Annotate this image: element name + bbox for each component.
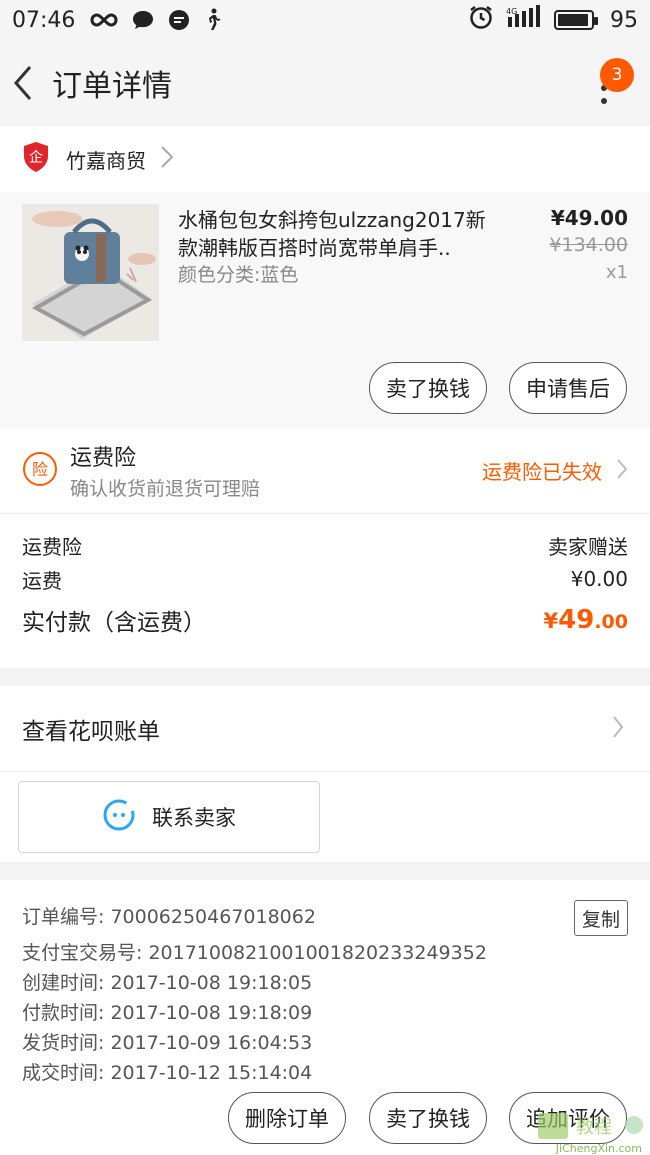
alipay-trade-number: 支付宝交易号: 2017100821001001820233249352 [22, 942, 487, 964]
shop-row[interactable]: 企 竹嘉商贸 [0, 126, 650, 192]
shipped-time: 发货时间: 2017-10-09 16:04:53 [22, 1032, 313, 1054]
fee-summary: 运费险 卖家赠送 运费 ¥0.00 实付款（含运费） ¥49.00 [0, 514, 650, 668]
fee-total-int: 49 [558, 605, 595, 635]
chevron-right-icon [616, 458, 628, 484]
page-title: 订单详情 [52, 69, 172, 104]
fee-shipping-label: 运费 [22, 568, 62, 593]
fee-total-dec: .00 [594, 611, 628, 633]
chat-face-icon [102, 798, 136, 837]
fee-shipping-line: 运费 ¥0.00 [22, 562, 628, 596]
battery-icon [554, 10, 598, 30]
contact-section: 联系卖家 [0, 772, 650, 862]
shop-name: 竹嘉商贸 [66, 148, 146, 173]
back-button[interactable] [12, 63, 42, 103]
insurance-icon: 险 [22, 451, 58, 491]
notification-badge: 3 [600, 58, 634, 92]
section-gap [0, 668, 650, 686]
order-number: 订单编号: 70006250467018062 [22, 906, 316, 928]
watermark: 教程 JiChengXin.com [536, 1109, 646, 1155]
fee-insurance-value: 卖家赠送 [548, 534, 628, 559]
chevron-right-icon [160, 145, 174, 173]
order-info: 订单编号: 70006250467018062 复制 支付宝交易号: 20171… [0, 880, 650, 1096]
bottom-action-bar: 删除订单 卖了换钱 追加评价 教程 JiChengXin.com [0, 1084, 650, 1155]
huabei-bill-row[interactable]: 查看花呗账单 [0, 686, 650, 772]
insurance-subtitle: 确认收货前退货可理赔 [70, 478, 261, 500]
sell-button[interactable]: 卖了换钱 [369, 362, 487, 414]
copy-button[interactable]: 复制 [574, 900, 628, 936]
paid-time: 付款时间: 2017-10-08 19:18:09 [22, 1002, 313, 1024]
product-title: 水桶包包女斜挎包ulzzang2017新款潮韩版百搭时尚宽带单肩手.. [178, 208, 486, 260]
chevron-right-icon [612, 715, 624, 743]
section-gap [0, 862, 650, 880]
product-quantity: x1 [605, 262, 628, 283]
status-bar: 07:46 4G 95 [0, 0, 650, 40]
svg-text:险: 险 [32, 460, 48, 479]
after-sale-button[interactable]: 申请售后 [509, 362, 627, 414]
delete-order-button[interactable]: 删除订单 [228, 1092, 346, 1144]
fee-total-label: 实付款（含运费） [22, 610, 206, 636]
created-time: 创建时间: 2017-10-08 19:18:05 [22, 972, 313, 994]
chat-bubble-icon [131, 9, 155, 31]
chevron-left-icon [14, 66, 32, 100]
insurance-title: 运费险 [70, 446, 137, 471]
signal-icon: 4G [506, 5, 542, 35]
contact-seller-label: 联系卖家 [152, 806, 236, 830]
fee-total-line: 实付款（含运费） ¥49.00 [22, 600, 628, 640]
battery-level: 95 [610, 7, 638, 33]
huabei-bill-label: 查看花呗账单 [22, 718, 160, 745]
product-original-price: ¥134.00 [549, 234, 628, 256]
fee-total-amount: ¥49.00 [544, 605, 628, 635]
insurance-status: 运费险已失效 [482, 460, 602, 484]
product-thumbnail[interactable] [22, 204, 159, 341]
sell-button-bottom[interactable]: 卖了换钱 [369, 1092, 487, 1144]
message-icon [167, 9, 191, 31]
product-item[interactable]: 水桶包包女斜挎包ulzzang2017新款潮韩版百搭时尚宽带单肩手.. 颜色分类… [0, 192, 650, 428]
walking-icon [203, 8, 223, 32]
shop-shield-icon: 企 [22, 141, 50, 177]
status-time: 07:46 [12, 7, 76, 33]
svg-text:企: 企 [29, 149, 43, 166]
contact-seller-button[interactable]: 联系卖家 [18, 781, 320, 853]
fee-insurance-line: 运费险 卖家赠送 [22, 528, 628, 562]
infinity-icon [89, 11, 119, 29]
product-sku: 颜色分类:蓝色 [178, 264, 299, 286]
fee-insurance-label: 运费险 [22, 534, 82, 559]
shipping-insurance-row[interactable]: 险 运费险 确认收货前退货可理赔 运费险已失效 [0, 428, 650, 514]
nav-bar: 订单详情 3 [0, 40, 650, 126]
svg-text:教程: 教程 [576, 1117, 612, 1138]
watermark-text: JiChengXin.com [555, 1142, 642, 1155]
alarm-icon [468, 4, 494, 36]
product-price: ¥49.00 [550, 206, 628, 230]
fee-shipping-value: ¥0.00 [570, 567, 628, 591]
fee-total-symbol: ¥ [543, 609, 559, 633]
